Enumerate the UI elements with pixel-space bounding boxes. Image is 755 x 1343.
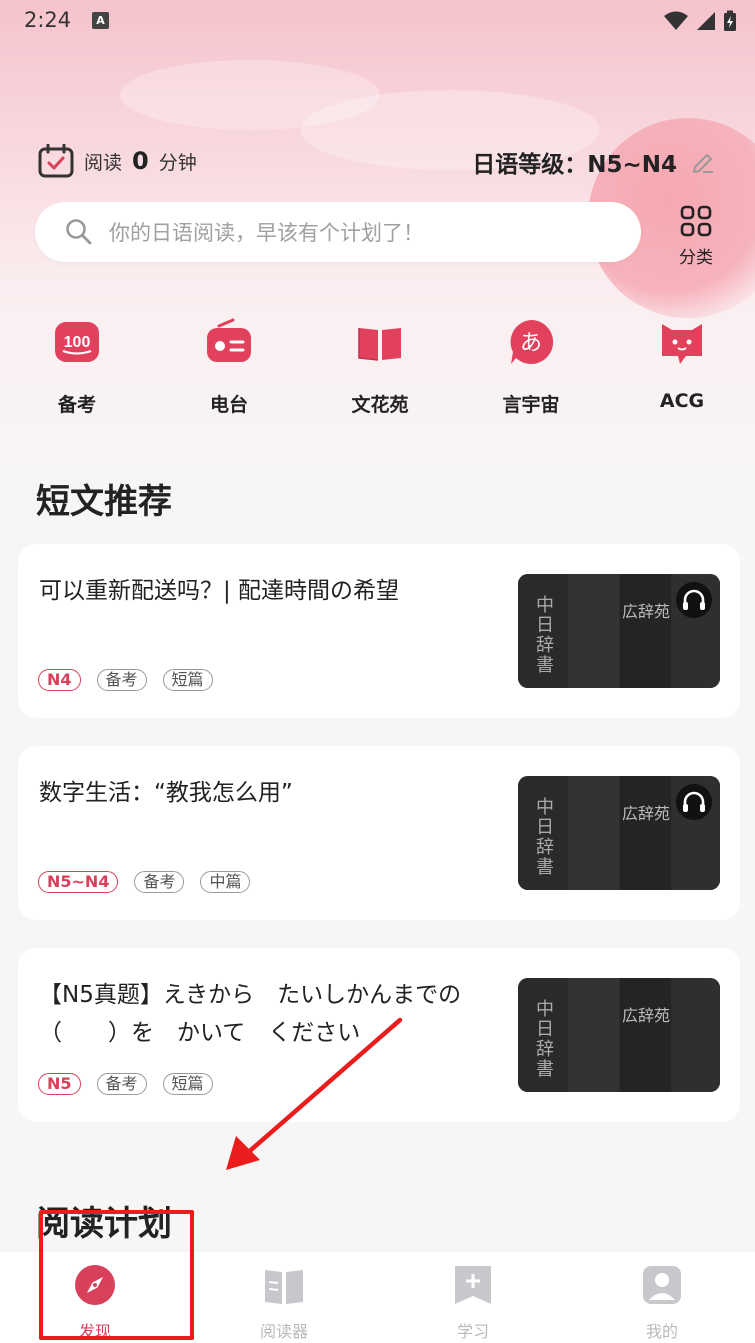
section-title-short: 短文推荐 [36,482,172,522]
radio-icon [207,318,251,362]
book-open-icon [358,328,401,361]
nav-label: 我的 [645,1322,678,1341]
nav-reader[interactable]: 阅读器 [224,1264,344,1342]
quick-nav-acg[interactable]: ACG [627,318,737,412]
wifi-icon [664,11,688,30]
quick-nav-radio[interactable]: 电台 [174,318,284,417]
article-card[interactable]: 【N5真题】えきから たいしかんまでの（ ）を かいて ください N5 备考 短… [18,948,740,1122]
headphones-icon [676,784,712,820]
quick-nav-label: ACG [659,390,705,412]
article-title: 【N5真题】えきから たいしかんまでの（ ）を かいて ください [39,982,462,1046]
article-title: 可以重新配送吗？| 配達時間の希望 [39,578,400,604]
reading-minutes: 0 [132,147,149,175]
thumbnail-text: 広辞苑 [622,804,671,823]
hiragana-a-icon: あ [510,319,554,364]
thumbnail-text: 中日辞書 [536,595,554,676]
thumbnail-text: 中日辞書 [536,797,554,878]
quick-nav-exam[interactable]: 100 备考 [22,318,132,417]
search-placeholder: 你的日语阅读，早该有个计划了！ [109,221,424,245]
cat-face-icon [662,324,702,364]
article-thumbnail: 中日辞書 広辞苑 [518,978,720,1092]
reading-time[interactable]: 阅读 0 分钟 [38,144,197,178]
article-thumbnail: 中日辞書 広辞苑 [518,574,720,688]
quick-nav-label: 备考 [57,394,96,416]
reading-unit: 分钟 [158,151,197,174]
annotation-highlight-box [39,1210,194,1340]
japanese-level[interactable]: 日语等级：N5~N4 [472,145,715,179]
quick-nav-label: 言宇宙 [502,394,560,416]
battery-icon [724,10,736,31]
article-title: 数字生活：“教我怎么用” [39,780,293,806]
app-notification-icon: A [92,12,109,29]
nav-label: 学习 [456,1322,489,1341]
search-icon [66,219,92,245]
category-tag: 备考 [96,669,147,691]
thumbnail-text: 広辞苑 [622,602,671,621]
quick-nav-literature[interactable]: 文花苑 [325,318,435,417]
svg-text:100: 100 [64,334,91,351]
article-card[interactable]: 数字生活：“教我怎么用” N5~N4 备考 中篇 中日辞書 広辞苑 [18,746,740,920]
category-button[interactable]: 分类 [670,205,722,268]
calendar-check-icon [38,144,74,178]
svg-text:あ: あ [520,331,542,356]
signal-icon [697,12,715,30]
grid-icon [680,205,712,237]
article-tags: N5~N4 备考 中篇 [38,871,251,893]
user-icon [643,1266,681,1304]
article-tags: N5 备考 短篇 [38,1073,213,1095]
edit-pencil-icon[interactable] [691,151,715,173]
nav-profile[interactable]: 我的 [602,1264,722,1342]
quick-nav-label: 文花苑 [351,394,409,416]
category-tag: 备考 [134,871,185,893]
length-tag: 短篇 [162,669,213,691]
bookmark-plus-icon [455,1266,491,1304]
headphones-icon [676,582,712,618]
thumbnail-text: 広辞苑 [622,1006,671,1025]
reader-book-icon [265,1270,303,1304]
level-tag: N5 [38,1073,81,1095]
nav-study[interactable]: 学习 [413,1264,533,1342]
quick-nav-universe[interactable]: あ 言宇宙 [476,318,586,417]
category-label: 分类 [679,248,713,268]
exam-100-icon: 100 [55,322,99,362]
length-tag: 中篇 [200,871,251,893]
level-text: 日语等级：N5~N4 [472,152,677,178]
search-bar[interactable]: 你的日语阅读，早该有个计划了！ [35,202,641,262]
article-thumbnail: 中日辞書 広辞苑 [518,776,720,890]
thumbnail-text: 中日辞書 [536,999,554,1080]
reading-label: 阅读 [84,151,123,174]
status-bar: 2:24 A [0,0,755,44]
status-icons [663,10,737,32]
nav-label: 阅读器 [259,1322,308,1341]
level-tag: N4 [38,669,81,691]
category-tag: 备考 [96,1073,147,1095]
status-time: 2:24 [24,8,72,32]
length-tag: 短篇 [162,1073,213,1095]
level-tag: N5~N4 [38,871,119,893]
quick-nav-label: 电台 [209,394,248,416]
article-tags: N4 备考 短篇 [38,669,213,691]
article-card[interactable]: 可以重新配送吗？| 配達時間の希望 N4 备考 短篇 中日辞書 広辞苑 [18,544,740,718]
